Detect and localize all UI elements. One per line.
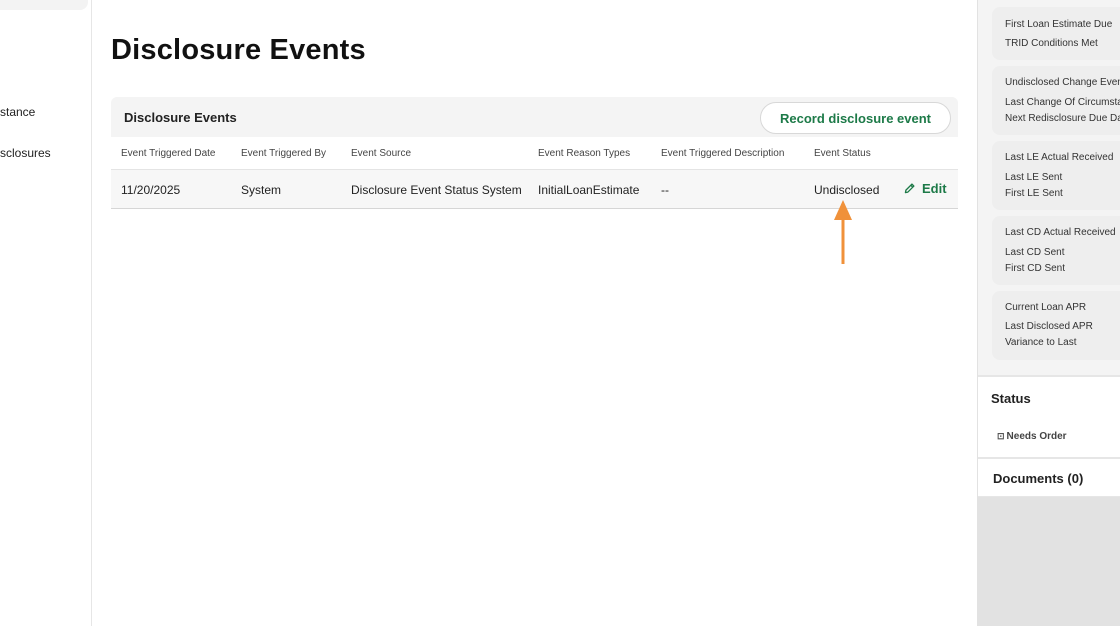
summary-label: First CD Sent bbox=[1005, 263, 1066, 274]
documents-area bbox=[978, 497, 1120, 626]
summary-label: Undisclosed Change Even bbox=[1005, 77, 1120, 88]
documents-title: Documents (0) bbox=[993, 471, 1084, 486]
summary-label: Last CD Sent bbox=[1005, 247, 1065, 258]
right-summary-panel: First Loan Estimate Due TRID Conditions … bbox=[977, 0, 1120, 626]
summary-card-cd: Last CD Actual Received Last CD Sent Fir… bbox=[992, 216, 1120, 285]
sidebar-top-item[interactable] bbox=[0, 0, 88, 10]
needs-order-label: Needs Order bbox=[1006, 431, 1067, 442]
documents-section[interactable]: Documents (0) bbox=[978, 457, 1120, 497]
summary-label: Last LE Actual Received bbox=[1005, 152, 1114, 163]
record-disclosure-event-button[interactable]: Record disclosure event bbox=[760, 102, 951, 134]
needs-order-item[interactable]: ⊡ Needs Order bbox=[997, 431, 1067, 442]
column-header-date[interactable]: Event Triggered Date bbox=[121, 148, 216, 159]
table-row: 11/20/2025 System Disclosure Event Statu… bbox=[111, 170, 958, 209]
event-date-link[interactable]: 11/20/2025 bbox=[121, 183, 180, 197]
summary-card-loan-estimate: First Loan Estimate Due TRID Conditions … bbox=[992, 7, 1120, 60]
column-header-source[interactable]: Event Source bbox=[351, 148, 411, 159]
summary-label: TRID Conditions Met bbox=[1005, 38, 1098, 49]
status-title: Status bbox=[991, 391, 1031, 406]
event-reason-types: InitialLoanEstimate bbox=[538, 183, 640, 197]
column-header-description[interactable]: Event Triggered Description bbox=[661, 148, 784, 159]
summary-label: Variance to Last bbox=[1005, 337, 1077, 348]
summary-label: Last Disclosed APR bbox=[1005, 321, 1093, 332]
edit-button[interactable]: Edit bbox=[903, 181, 947, 196]
arrow-up-icon bbox=[834, 200, 852, 264]
card-header: Disclosure Events Record disclosure even… bbox=[111, 97, 958, 137]
sidebar-item-disclosures[interactable]: sclosures bbox=[0, 146, 51, 160]
event-triggered-by: System bbox=[241, 183, 282, 197]
column-header-reason-types[interactable]: Event Reason Types bbox=[538, 148, 630, 159]
pencil-icon bbox=[904, 183, 915, 194]
summary-label: Last Change Of Circumsta bbox=[1005, 97, 1120, 108]
edit-label: Edit bbox=[922, 181, 947, 196]
status-section: Status ⊡ Needs Order bbox=[978, 375, 1120, 457]
column-header-status[interactable]: Event Status bbox=[814, 148, 871, 159]
page-title: Disclosure Events bbox=[111, 34, 366, 66]
sidebar-item-assistance[interactable]: stance bbox=[0, 105, 35, 119]
summary-card-change-events: Undisclosed Change Even Last Change Of C… bbox=[992, 66, 1120, 135]
summary-card-apr: Current Loan APR Last Disclosed APR Vari… bbox=[992, 291, 1120, 360]
summary-label: Next Redisclosure Due Da bbox=[1005, 113, 1120, 124]
disclosure-events-card: Disclosure Events Record disclosure even… bbox=[111, 97, 958, 209]
summary-card-le: Last LE Actual Received Last LE Sent Fir… bbox=[992, 141, 1120, 210]
event-description: -- bbox=[661, 183, 669, 197]
summary-label: Last LE Sent bbox=[1005, 172, 1063, 183]
table-header: Event Triggered Date Event Triggered By … bbox=[111, 137, 958, 170]
left-sidebar: stance sclosures bbox=[0, 0, 92, 626]
summary-label: Current Loan APR bbox=[1005, 302, 1087, 313]
summary-label: First LE Sent bbox=[1005, 188, 1063, 199]
column-header-triggered-by[interactable]: Event Triggered By bbox=[241, 148, 326, 159]
checkbox-icon: ⊡ bbox=[997, 431, 1005, 441]
event-source: Disclosure Event Status System bbox=[351, 183, 522, 197]
summary-label: First Loan Estimate Due bbox=[1005, 19, 1113, 30]
card-title: Disclosure Events bbox=[124, 110, 237, 125]
summary-label: Last CD Actual Received bbox=[1005, 227, 1116, 238]
event-status: Undisclosed bbox=[814, 183, 880, 197]
